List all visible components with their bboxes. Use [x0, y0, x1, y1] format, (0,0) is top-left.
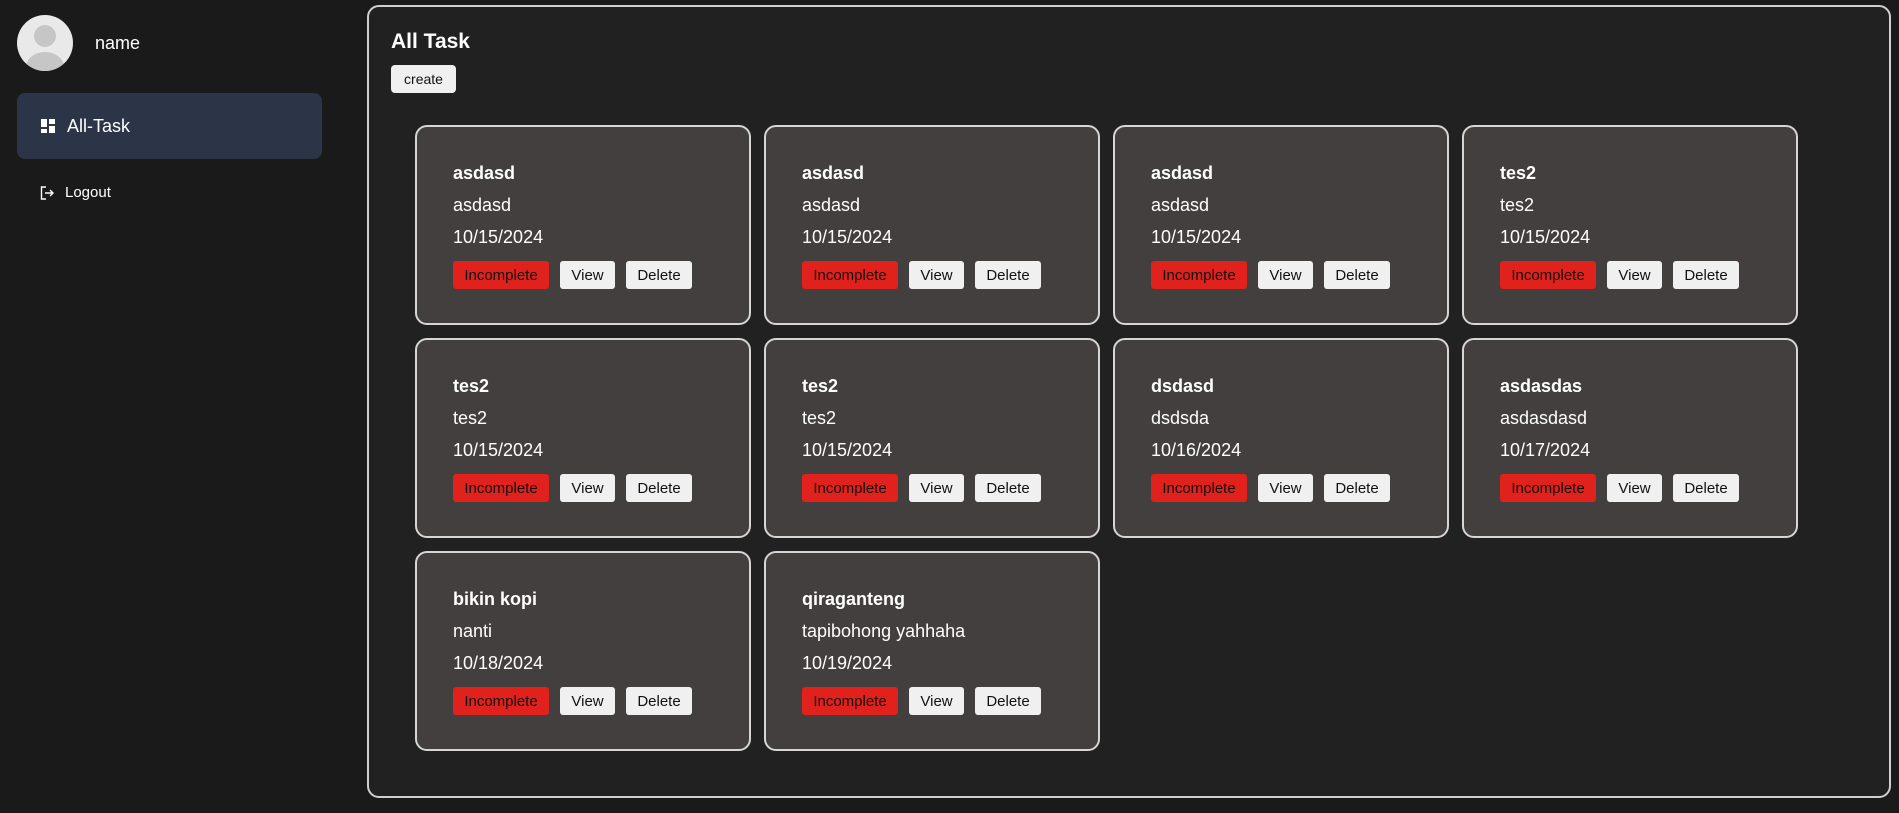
status-button[interactable]: Incomplete [453, 474, 549, 502]
task-title: qiraganteng [802, 589, 906, 609]
task-actions: Incomplete View Delete [453, 474, 692, 502]
task-description: asdasd [802, 195, 861, 215]
task-title: bikin kopi [453, 589, 538, 609]
main-panel: All Task create asdasd asdasd 10/15/2024… [367, 5, 1891, 798]
task-title: asdasd [453, 163, 516, 183]
task-actions: Incomplete View Delete [802, 474, 1041, 502]
task-actions: Incomplete View Delete [1151, 474, 1390, 502]
delete-button[interactable]: Delete [626, 687, 692, 715]
task-card: tes2 tes2 10/15/2024 Incomplete View Del… [764, 338, 1100, 538]
task-title: asdasdas [1500, 376, 1583, 396]
task-date: 10/16/2024 [1151, 440, 1242, 460]
logout-button[interactable]: Logout [40, 184, 111, 201]
delete-button[interactable]: Delete [975, 687, 1041, 715]
status-button[interactable]: Incomplete [1151, 261, 1247, 289]
delete-button[interactable]: Delete [1673, 474, 1739, 502]
delete-button[interactable]: Delete [1324, 474, 1390, 502]
view-button[interactable]: View [1607, 261, 1662, 289]
task-date: 10/15/2024 [802, 440, 893, 460]
delete-button[interactable]: Delete [1324, 261, 1390, 289]
task-card: qiraganteng tapibohong yahhaha 10/19/202… [764, 551, 1100, 751]
task-title: asdasd [1151, 163, 1214, 183]
task-date: 10/17/2024 [1500, 440, 1591, 460]
task-actions: Incomplete View Delete [1151, 261, 1390, 289]
status-button[interactable]: Incomplete [802, 474, 898, 502]
task-description: asdasd [453, 195, 512, 215]
profile-name: name [95, 32, 141, 53]
view-button[interactable]: View [1607, 474, 1662, 502]
view-button[interactable]: View [1258, 261, 1313, 289]
task-date: 10/15/2024 [453, 227, 544, 247]
task-title: tes2 [802, 376, 839, 396]
task-actions: Incomplete View Delete [453, 687, 692, 715]
status-button[interactable]: Incomplete [802, 687, 898, 715]
logout-label: Logout [65, 184, 111, 201]
delete-button[interactable]: Delete [975, 474, 1041, 502]
sidebar-item-all-task[interactable]: All-Task [17, 93, 322, 159]
avatar [17, 15, 73, 71]
task-card: dsdasd dsdsda 10/16/2024 Incomplete View… [1113, 338, 1449, 538]
task-grid: asdasd asdasd 10/15/2024 Incomplete View… [415, 125, 1798, 751]
profile: name [17, 15, 140, 71]
task-card: tes2 tes2 10/15/2024 Incomplete View Del… [1462, 125, 1798, 325]
sidebar-item-label: All-Task [67, 115, 131, 136]
view-button[interactable]: View [909, 687, 964, 715]
task-title: asdasd [802, 163, 865, 183]
user-icon [26, 25, 64, 71]
task-actions: Incomplete View Delete [453, 261, 692, 289]
delete-button[interactable]: Delete [975, 261, 1041, 289]
task-actions: Incomplete View Delete [802, 687, 1041, 715]
sidebar: name All-Task Logout [0, 0, 340, 813]
dashboard-icon [41, 119, 55, 133]
view-button[interactable]: View [1258, 474, 1313, 502]
view-button[interactable]: View [909, 474, 964, 502]
task-description: tes2 [453, 408, 488, 428]
task-description: tapibohong yahhaha [802, 621, 966, 641]
status-button[interactable]: Incomplete [453, 687, 549, 715]
task-date: 10/15/2024 [802, 227, 893, 247]
create-button[interactable]: create [391, 65, 456, 93]
task-actions: Incomplete View Delete [1500, 474, 1739, 502]
delete-button[interactable]: Delete [626, 474, 692, 502]
status-button[interactable]: Incomplete [1500, 261, 1596, 289]
task-actions: Incomplete View Delete [1500, 261, 1739, 289]
status-button[interactable]: Incomplete [453, 261, 549, 289]
delete-button[interactable]: Delete [626, 261, 692, 289]
view-button[interactable]: View [560, 474, 615, 502]
page-title: All Task [391, 30, 470, 53]
task-date: 10/15/2024 [453, 440, 544, 460]
task-title: tes2 [453, 376, 490, 396]
view-button[interactable]: View [560, 261, 615, 289]
task-card: asdasd asdasd 10/15/2024 Incomplete View… [415, 125, 751, 325]
task-title: dsdasd [1151, 376, 1215, 396]
view-button[interactable]: View [909, 261, 964, 289]
task-card: tes2 tes2 10/15/2024 Incomplete View Del… [415, 338, 751, 538]
task-title: tes2 [1500, 163, 1537, 183]
task-date: 10/19/2024 [802, 653, 893, 673]
task-card: bikin kopi nanti 10/18/2024 Incomplete V… [415, 551, 751, 751]
status-button[interactable]: Incomplete [802, 261, 898, 289]
task-description: tes2 [1500, 195, 1535, 215]
task-card: asdasd asdasd 10/15/2024 Incomplete View… [1113, 125, 1449, 325]
task-description: tes2 [802, 408, 837, 428]
task-description: asdasd [1151, 195, 1210, 215]
task-actions: Incomplete View Delete [802, 261, 1041, 289]
task-date: 10/15/2024 [1151, 227, 1242, 247]
task-description: nanti [453, 621, 493, 641]
task-description: asdasdasd [1500, 408, 1588, 428]
task-description: dsdsda [1151, 408, 1210, 428]
task-card: asdasd asdasd 10/15/2024 Incomplete View… [764, 125, 1100, 325]
task-card: asdasdas asdasdasd 10/17/2024 Incomplete… [1462, 338, 1798, 538]
logout-icon [40, 185, 54, 200]
delete-button[interactable]: Delete [1673, 261, 1739, 289]
view-button[interactable]: View [560, 687, 615, 715]
status-button[interactable]: Incomplete [1151, 474, 1247, 502]
task-date: 10/18/2024 [453, 653, 544, 673]
task-date: 10/15/2024 [1500, 227, 1591, 247]
status-button[interactable]: Incomplete [1500, 474, 1596, 502]
